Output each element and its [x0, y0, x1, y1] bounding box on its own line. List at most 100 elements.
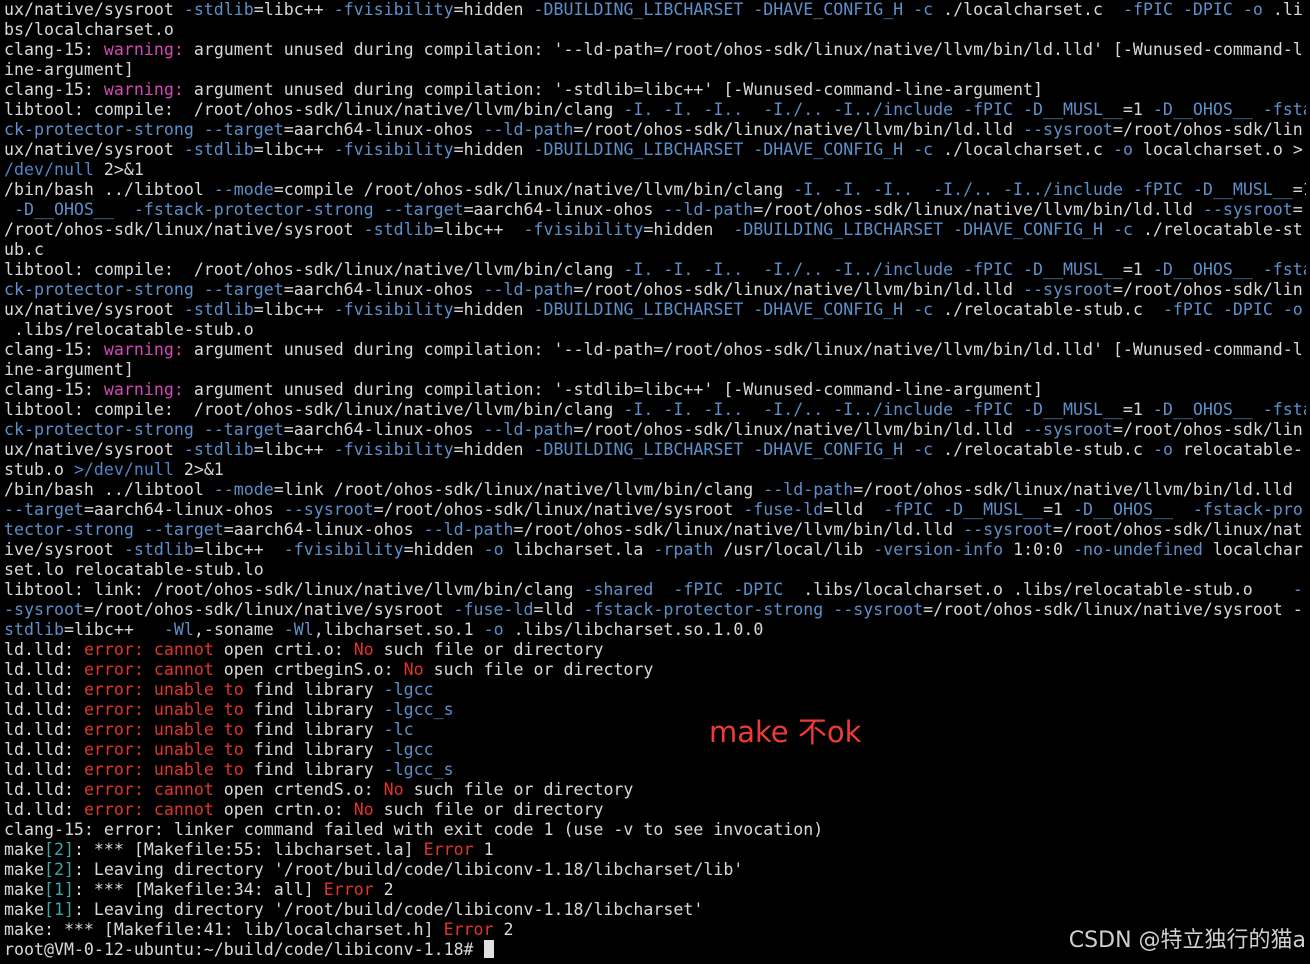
terminal-line: clang-15: warning: argument unused durin… [4, 380, 1306, 400]
terminal-text-segment: ld.lld: [4, 720, 84, 739]
terminal-text-segment: : *** [Makefile:34: all] [73, 880, 324, 899]
terminal-text-segment: =hidden [403, 540, 484, 559]
terminal-line: ld.lld: error: unable to find library -l… [4, 680, 1306, 700]
terminal-text-segment: ive/sysroot [4, 540, 124, 559]
terminal-text-segment: -lgcc_s [383, 760, 454, 779]
terminal-text-segment: ld.lld: [4, 780, 84, 799]
terminal-text-segment: such file or directory [373, 800, 604, 819]
terminal-text-segment: make [4, 840, 44, 859]
terminal-text-segment: =/root/ohos-sdk/lin [1112, 420, 1303, 439]
terminal-text-segment: =link /root/ohos-sdk/linux/native/llvm/b… [273, 480, 764, 499]
terminal-line: ux/native/sysroot -stdlib=libc++ -fvisib… [4, 140, 1306, 160]
terminal-text-segment: --ld-path [483, 120, 574, 139]
terminal-text-segment: -DBUILDING_LIBCHARSET -DHAVE_CONFIG_H -c [533, 300, 934, 319]
terminal-text-segment: find library [243, 760, 384, 779]
terminal-text-segment: --sysroot [1023, 420, 1113, 439]
terminal-text-segment: -DBUILDING_LIBCHARSET -DHAVE_CONFIG_H -c [533, 440, 934, 459]
terminal-text-segment: .li [1262, 0, 1303, 19]
terminal-line: ux/native/sysroot -stdlib=libc++ -fvisib… [4, 300, 1306, 320]
terminal-text-segment: --ld-path [763, 480, 854, 499]
terminal-text-segment: =aarch64-linux-ohos [283, 280, 484, 299]
terminal-text-segment: -D__OHOS__ -fstack-pro [1073, 500, 1303, 519]
terminal-text-segment: ld.lld: [4, 760, 84, 779]
terminal-text-segment: =aarch64-linux-ohos [283, 420, 484, 439]
terminal-text-segment: libtool: compile: /root/ohos-sdk/linux/n… [4, 100, 624, 119]
terminal-text-segment: =aarch64-linux-ohos [283, 120, 484, 139]
terminal-line: ck-protector-strong --target=aarch64-lin… [4, 420, 1306, 440]
terminal-text-segment: error: cannot [83, 640, 214, 659]
terminal-text-segment: make [4, 900, 44, 919]
terminal-text-segment: -o [1152, 440, 1173, 459]
terminal-line: /bin/bash ../libtool --mode=compile /roo… [4, 180, 1306, 200]
terminal-line: make[2]: Leaving directory '/root/build/… [4, 860, 1306, 880]
terminal-text-segment: =libc++ [63, 620, 164, 639]
terminal-text-segment: clang-15: [4, 40, 104, 59]
terminal-text-segment: ux/native/sysroot [4, 300, 184, 319]
terminal-text-segment: -stdlib [363, 220, 434, 239]
terminal-text-segment: >/dev/null [73, 460, 174, 479]
terminal-line: stdlib=libc++ -Wl,-soname -Wl,libcharset… [4, 620, 1306, 640]
block-cursor-icon [483, 940, 494, 958]
terminal-output[interactable]: ux/native/sysroot -stdlib=libc++ -fvisib… [4, 0, 1306, 964]
terminal-text-segment: --sysroot [1023, 120, 1113, 139]
terminal-line: ld.lld: error: unable to find library -l… [4, 760, 1306, 780]
terminal-text-segment: error: unable to [83, 740, 244, 759]
terminal-line: ub.c [4, 240, 1306, 260]
terminal-text-segment: =/root/ohos-sdk/lin [1112, 280, 1303, 299]
terminal-line: clang-15: warning: argument unused durin… [4, 80, 1306, 100]
terminal-line: libtool: link: /root/ohos-sdk/linux/nati… [4, 580, 1306, 600]
terminal-text-segment: -D__OHOS__ -fstack-protector-strong --ta… [4, 200, 464, 219]
terminal-text-segment: -Wl [163, 620, 194, 639]
terminal-text-segment: -DBUILDING_LIBCHARSET -DHAVE_CONFIG_H -c [533, 140, 934, 159]
terminal-text-segment: -D__OHOS__ -fsta [1152, 260, 1306, 279]
terminal-text-segment: libcharset.la [503, 540, 654, 559]
terminal-text-segment: error: unable to [83, 720, 244, 739]
terminal-text-segment: bs/localcharset.o [4, 20, 174, 39]
terminal-text-segment: warning: [103, 340, 184, 359]
terminal-text-segment: relocatable- [1172, 440, 1303, 459]
terminal-text-segment: =1 [1122, 400, 1153, 419]
terminal-text-segment: =lld [533, 600, 584, 619]
terminal-text-segment: -fvisibility [283, 540, 404, 559]
terminal-text-segment: [2] [43, 840, 74, 859]
terminal-text-segment: 2>&1 [93, 160, 144, 179]
terminal-text-segment: clang-15: [4, 340, 104, 359]
terminal-text-segment: Error [323, 880, 374, 899]
terminal-text-segment: -I. -I. -I.. -I./.. -I../include -fPIC -… [623, 400, 1123, 419]
terminal-line: set.lo relocatable-stub.lo [4, 560, 1306, 580]
terminal-text-segment: 1:0:0 [1003, 540, 1074, 559]
terminal-text-segment: -o [483, 620, 504, 639]
terminal-text-segment: libtool: compile: /root/ohos-sdk/linux/n… [4, 400, 624, 419]
terminal-text-segment: -I. -I. -I.. -I./.. -I../include -fPIC -… [623, 100, 1123, 119]
terminal-text-segment: 2 [373, 880, 394, 899]
terminal-text-segment: =libc++ [253, 140, 334, 159]
terminal-text-segment: -stdlib [183, 300, 254, 319]
terminal-text-segment: clang-15: error: linker command failed w… [4, 820, 824, 839]
terminal-text-segment: =libc++ [253, 440, 334, 459]
terminal-text-segment: -lgcc [383, 680, 434, 699]
terminal-text-segment: [1] [43, 900, 74, 919]
terminal-line: clang-15: error: linker command failed w… [4, 820, 1306, 840]
terminal-text-segment: such file or directory [403, 780, 634, 799]
terminal-text-segment: --ld-path [663, 200, 754, 219]
terminal-text-segment: argument unused during compilation: '-st… [183, 380, 1044, 399]
terminal-text-segment: -I. -I. -I.. -I./.. -I../include -fPIC -… [623, 260, 1123, 279]
terminal-text-segment: -fvisibility [333, 440, 454, 459]
terminal-text-segment: .libs/relocatable-stub.o [4, 320, 254, 339]
terminal-text-segment: ld.lld: [4, 680, 84, 699]
terminal-text-segment: =1 [1122, 260, 1153, 279]
terminal-text-segment: -fPIC -D__MUSL__ [883, 500, 1044, 519]
terminal-line: /bin/bash ../libtool --mode=link /root/o… [4, 480, 1306, 500]
terminal-text-segment: - [1292, 580, 1303, 599]
terminal-text-segment: -o [1112, 140, 1133, 159]
terminal-text-segment: ine-argument] [4, 360, 134, 379]
terminal-text-segment: --ld-path [423, 520, 514, 539]
terminal-text-segment: =/root/ohos-sdk/linux/native/llvm/bin/ld… [513, 520, 964, 539]
terminal-text-segment: -D__OHOS__ -fsta [1152, 400, 1306, 419]
terminal-text-segment: -stdlib [183, 440, 254, 459]
terminal-line: ine-argument] [4, 360, 1306, 380]
terminal-line: bs/localcharset.o [4, 20, 1306, 40]
terminal-text-segment: : *** [Makefile:55: libcharset.la] [73, 840, 424, 859]
terminal-line: -D__OHOS__ -fstack-protector-strong --ta… [4, 200, 1306, 220]
terminal-text-segment: =hidden [643, 220, 734, 239]
